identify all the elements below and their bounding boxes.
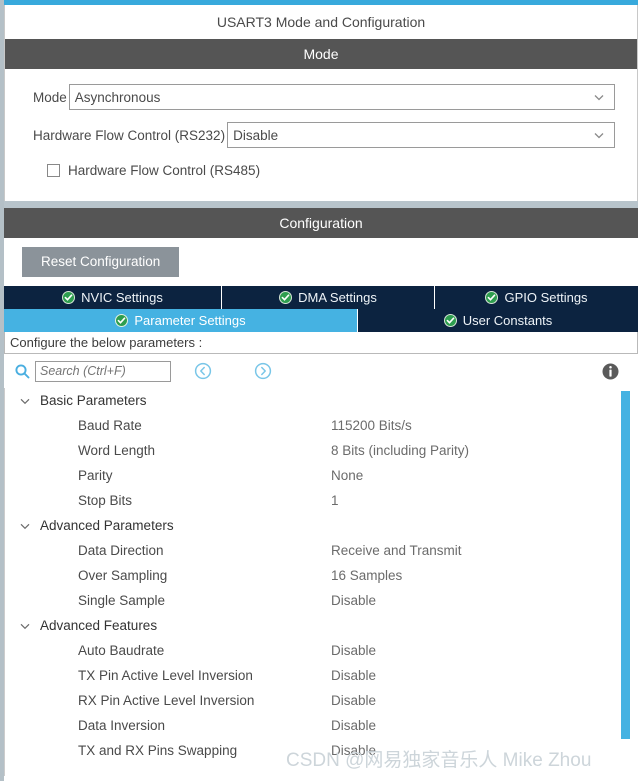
parameter-name: Auto Baudrate [78, 643, 165, 658]
hardware-flow-control-rs232-value: Disable [233, 127, 279, 143]
parameter-value: Disable [331, 668, 377, 683]
parameter-value: Disable [331, 693, 377, 708]
tree-group-advanced-parameters[interactable]: Advanced Parameters [5, 513, 638, 538]
check-circle-icon [279, 291, 293, 304]
tree-group-label: Advanced Features [40, 618, 158, 633]
parameter-name: RX Pin Active Level Inversion [78, 693, 255, 708]
parameter-value: 1 [331, 493, 339, 508]
search-input[interactable] [35, 360, 171, 382]
arrow-right-circle-icon[interactable] [253, 361, 273, 381]
parameter-row[interactable]: Data Inversion Disable [5, 713, 638, 738]
parameter-value: 115200 Bits/s [331, 418, 412, 433]
tab-row-secondary: Parameter Settings User Constants [4, 309, 638, 332]
hardware-flow-control-rs485-label: Hardware Flow Control (RS485) [68, 162, 261, 178]
parameter-name: TX and RX Pins Swapping [78, 743, 238, 758]
parameter-value: Disable [331, 593, 377, 608]
mode-select-value: Asynchronous [74, 89, 161, 105]
page-title: USART3 Mode and Configuration [5, 5, 637, 39]
parameter-tree-scrollbar[interactable] [621, 388, 634, 776]
parameter-value: 16 Samples [331, 568, 403, 583]
parameter-row[interactable]: Data Direction Receive and Transmit [5, 538, 638, 563]
parameter-name: TX Pin Active Level Inversion [78, 668, 253, 683]
tab-gpio-settings[interactable]: GPIO Settings [435, 286, 638, 309]
mode-form: Mode Asynchronous Hardware Flow Control … [5, 69, 637, 181]
parameter-row[interactable]: Stop Bits 1 [5, 488, 638, 513]
arrow-left-circle-icon[interactable] [193, 361, 213, 381]
configuration-panel: Configuration Reset Configuration NVIC S… [4, 208, 638, 781]
tree-group-label: Advanced Parameters [40, 518, 174, 533]
hardware-flow-control-rs485-checkbox[interactable] [47, 163, 60, 177]
tab-row-primary: NVIC Settings DMA Settings GPIO Settings [4, 286, 638, 309]
parameter-name: Single Sample [78, 593, 166, 608]
parameter-row[interactable]: Single Sample Disable [5, 588, 638, 613]
tree-group-advanced-features[interactable]: Advanced Features [5, 613, 638, 638]
tab-dma-settings[interactable]: DMA Settings [222, 286, 435, 309]
check-circle-icon [485, 291, 499, 304]
configure-hint: Configure the below parameters : [4, 332, 638, 354]
chevron-down-icon[interactable] [19, 395, 31, 407]
mode-select[interactable]: Asynchronous [68, 84, 615, 110]
parameter-name: Baud Rate [78, 418, 142, 433]
parameter-value: 8 Bits (including Parity) [331, 443, 470, 458]
parameter-value: Disable [331, 718, 377, 733]
chevron-down-icon[interactable] [19, 620, 31, 632]
tab-parameter-settings[interactable]: Parameter Settings [4, 309, 358, 332]
parameter-search-bar [4, 354, 638, 388]
parameter-name: Over Sampling [78, 568, 168, 583]
hardware-flow-control-rs232-label: Hardware Flow Control (RS232) [33, 127, 226, 143]
parameter-row[interactable]: Parity None [5, 463, 638, 488]
tree-group-label: Basic Parameters [40, 393, 147, 408]
mode-section-header: Mode [5, 39, 637, 69]
tree-group-basic-parameters[interactable]: Basic Parameters [5, 388, 638, 413]
tab-user-constants-label: User Constants [462, 313, 553, 328]
parameter-value: Disable [331, 743, 377, 758]
parameter-name: Stop Bits [78, 493, 133, 508]
chevron-down-icon [592, 90, 606, 104]
tab-parameter-settings-label: Parameter Settings [134, 313, 246, 328]
hardware-flow-control-rs485-row[interactable]: Hardware Flow Control (RS485) [47, 159, 637, 181]
parameter-row[interactable]: TX Pin Active Level Inversion Disable [5, 663, 638, 688]
parameter-tree: Basic Parameters Baud Rate 115200 Bits/s… [4, 388, 638, 776]
hardware-flow-control-rs232-select[interactable]: Disable [227, 122, 615, 148]
chevron-down-icon [592, 128, 606, 142]
tab-dma-settings-label: DMA Settings [298, 290, 377, 305]
tab-gpio-settings-label: GPIO Settings [504, 290, 588, 305]
chevron-down-icon[interactable] [19, 520, 31, 532]
mode-row: Mode Asynchronous [33, 83, 615, 111]
usart3-configuration-window: USART3 Mode and Configuration Mode Mode … [0, 0, 638, 781]
reset-configuration-button[interactable]: Reset Configuration [22, 247, 180, 277]
info-icon[interactable] [601, 362, 620, 381]
parameter-row[interactable]: Over Sampling 16 Samples [5, 563, 638, 588]
parameter-name: Word Length [78, 443, 156, 458]
parameter-row[interactable]: Auto Baudrate Disable [5, 638, 638, 663]
tab-nvic-settings[interactable]: NVIC Settings [4, 286, 222, 309]
configuration-toolbar: Reset Configuration [4, 238, 638, 286]
check-circle-icon [62, 291, 76, 304]
parameter-name: Data Inversion [78, 718, 166, 733]
parameter-value: Receive and Transmit [331, 543, 462, 558]
configuration-section-header: Configuration [4, 208, 638, 238]
check-circle-icon [115, 314, 129, 327]
tab-nvic-settings-label: NVIC Settings [81, 290, 163, 305]
section-divider [4, 201, 638, 208]
parameter-row[interactable]: RX Pin Active Level Inversion Disable [5, 688, 638, 713]
parameter-row[interactable]: TX and RX Pins Swapping Disable [5, 738, 638, 763]
hardware-flow-control-rs232-row: Hardware Flow Control (RS232) Disable [33, 121, 615, 149]
search-icon [14, 363, 31, 380]
parameter-name: Data Direction [78, 543, 164, 558]
parameter-tree-scrollbar-thumb[interactable] [621, 391, 630, 739]
parameter-row[interactable]: Word Length 8 Bits (including Parity) [5, 438, 638, 463]
parameter-value: Disable [331, 643, 377, 658]
mode-label: Mode [33, 89, 67, 105]
mode-panel: USART3 Mode and Configuration Mode Mode … [4, 5, 638, 201]
tab-user-constants[interactable]: User Constants [358, 309, 638, 332]
parameter-row[interactable]: Baud Rate 115200 Bits/s [5, 413, 638, 438]
check-circle-icon [443, 314, 457, 327]
parameter-name: Parity [78, 468, 113, 483]
parameter-value: None [331, 468, 364, 483]
